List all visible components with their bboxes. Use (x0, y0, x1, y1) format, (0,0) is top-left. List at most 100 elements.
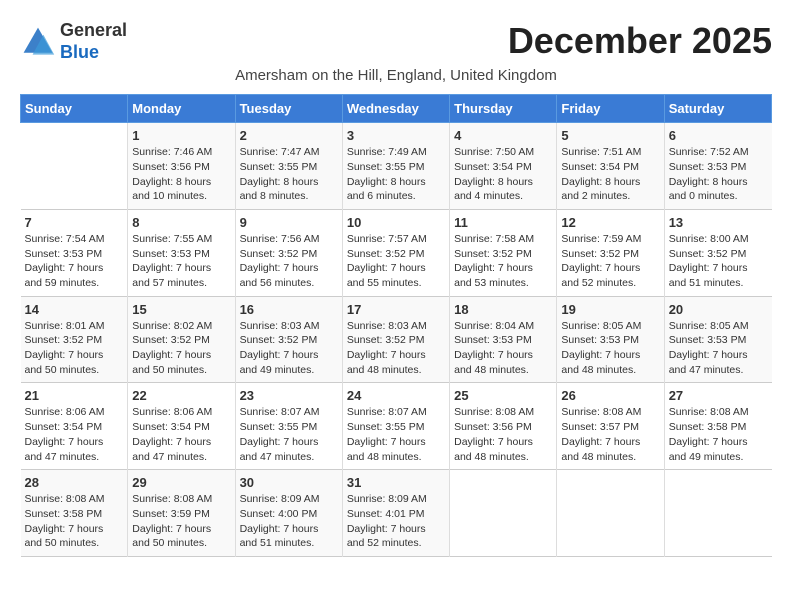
day-number: 10 (347, 215, 445, 230)
day-number: 20 (669, 302, 768, 317)
day-cell: 26 Sunrise: 8:08 AM Sunset: 3:57 PM Dayli… (557, 383, 664, 470)
col-header-monday: Monday (128, 95, 235, 123)
calendar-table: SundayMondayTuesdayWednesdayThursdayFrid… (20, 94, 772, 557)
page-title: December 2025 (508, 20, 772, 62)
day-cell: 6Sunrise: 7:52 AM Sunset: 3:53 PM Daylig… (664, 123, 771, 210)
day-cell: 25 Sunrise: 8:08 AM Sunset: 3:56 PM Dayli… (450, 383, 557, 470)
day-number: 14 (25, 302, 124, 317)
day-cell: 13 Sunrise: 8:00 AM Sunset: 3:52 PM Dayli… (664, 209, 771, 296)
day-number: 13 (669, 215, 768, 230)
day-number: 24 (347, 388, 445, 403)
week-row-1: 1Sunrise: 7:46 AM Sunset: 3:56 PM Daylig… (21, 123, 772, 210)
day-info: Sunrise: 8:05 AM Sunset: 3:53 PM Dayligh… (669, 319, 768, 378)
day-info: Sunrise: 8:08 AM Sunset: 3:57 PM Dayligh… (561, 405, 659, 464)
col-header-thursday: Thursday (450, 95, 557, 123)
week-row-2: 7Sunrise: 7:54 AM Sunset: 3:53 PM Daylig… (21, 209, 772, 296)
day-info: Sunrise: 8:07 AM Sunset: 3:55 PM Dayligh… (240, 405, 338, 464)
day-cell: 24 Sunrise: 8:07 AM Sunset: 3:55 PM Dayli… (342, 383, 449, 470)
day-cell: 7Sunrise: 7:54 AM Sunset: 3:53 PM Daylig… (21, 209, 128, 296)
day-number: 15 (132, 302, 230, 317)
day-cell: 29Sunrise: 8:08 AM Sunset: 3:59 PM Dayli… (128, 470, 235, 557)
day-number: 5 (561, 128, 659, 143)
logo-general: General (60, 20, 127, 40)
day-info: Sunrise: 8:09 AM Sunset: 4:00 PM Dayligh… (240, 492, 338, 551)
logo-text: General Blue (60, 20, 127, 63)
day-info: Sunrise: 7:58 AM Sunset: 3:52 PM Dayligh… (454, 232, 552, 291)
day-info: Sunrise: 8:07 AM Sunset: 3:55 PM Dayligh… (347, 405, 445, 464)
day-cell (557, 470, 664, 557)
day-cell (21, 123, 128, 210)
day-cell: 1Sunrise: 7:46 AM Sunset: 3:56 PM Daylig… (128, 123, 235, 210)
day-number: 26 (561, 388, 659, 403)
day-number: 16 (240, 302, 338, 317)
day-number: 29 (132, 475, 230, 490)
day-cell: 11 Sunrise: 7:58 AM Sunset: 3:52 PM Dayli… (450, 209, 557, 296)
day-cell: 21 Sunrise: 8:06 AM Sunset: 3:54 PM Dayli… (21, 383, 128, 470)
day-number: 11 (454, 215, 552, 230)
col-header-friday: Friday (557, 95, 664, 123)
day-cell: 17 Sunrise: 8:03 AM Sunset: 3:52 PM Dayli… (342, 296, 449, 383)
col-header-saturday: Saturday (664, 95, 771, 123)
day-info: Sunrise: 7:56 AM Sunset: 3:52 PM Dayligh… (240, 232, 338, 291)
day-number: 21 (25, 388, 124, 403)
day-number: 2 (240, 128, 338, 143)
week-row-4: 21 Sunrise: 8:06 AM Sunset: 3:54 PM Dayli… (21, 383, 772, 470)
day-cell: 20 Sunrise: 8:05 AM Sunset: 3:53 PM Dayli… (664, 296, 771, 383)
day-info: Sunrise: 8:03 AM Sunset: 3:52 PM Dayligh… (347, 319, 445, 378)
header: General Blue December 2025 (20, 20, 772, 63)
day-number: 3 (347, 128, 445, 143)
day-cell: 27Sunrise: 8:08 AM Sunset: 3:58 PM Dayli… (664, 383, 771, 470)
day-cell (450, 470, 557, 557)
day-number: 17 (347, 302, 445, 317)
day-info: Sunrise: 7:49 AM Sunset: 3:55 PM Dayligh… (347, 145, 445, 204)
day-cell: 9Sunrise: 7:56 AM Sunset: 3:52 PM Daylig… (235, 209, 342, 296)
day-cell: 8Sunrise: 7:55 AM Sunset: 3:53 PM Daylig… (128, 209, 235, 296)
col-header-sunday: Sunday (21, 95, 128, 123)
day-cell: 22Sunrise: 8:06 AM Sunset: 3:54 PM Dayli… (128, 383, 235, 470)
day-cell: 16 Sunrise: 8:03 AM Sunset: 3:52 PM Dayli… (235, 296, 342, 383)
day-number: 18 (454, 302, 552, 317)
day-cell: 4Sunrise: 7:50 AM Sunset: 3:54 PM Daylig… (450, 123, 557, 210)
day-number: 25 (454, 388, 552, 403)
logo: General Blue (20, 20, 127, 63)
day-cell: 18 Sunrise: 8:04 AM Sunset: 3:53 PM Dayli… (450, 296, 557, 383)
day-cell: 14 Sunrise: 8:01 AM Sunset: 3:52 PM Dayli… (21, 296, 128, 383)
day-cell: 19Sunrise: 8:05 AM Sunset: 3:53 PM Dayli… (557, 296, 664, 383)
day-info: Sunrise: 8:06 AM Sunset: 3:54 PM Dayligh… (25, 405, 124, 464)
day-info: Sunrise: 7:57 AM Sunset: 3:52 PM Dayligh… (347, 232, 445, 291)
day-cell: 28Sunrise: 8:08 AM Sunset: 3:58 PM Dayli… (21, 470, 128, 557)
day-info: Sunrise: 8:05 AM Sunset: 3:53 PM Dayligh… (561, 319, 659, 378)
day-number: 1 (132, 128, 230, 143)
day-number: 27 (669, 388, 768, 403)
day-info: Sunrise: 7:47 AM Sunset: 3:55 PM Dayligh… (240, 145, 338, 204)
day-cell: 30 Sunrise: 8:09 AM Sunset: 4:00 PM Dayli… (235, 470, 342, 557)
day-number: 22 (132, 388, 230, 403)
day-info: Sunrise: 8:04 AM Sunset: 3:53 PM Dayligh… (454, 319, 552, 378)
day-info: Sunrise: 8:08 AM Sunset: 3:56 PM Dayligh… (454, 405, 552, 464)
day-number: 31 (347, 475, 445, 490)
day-info: Sunrise: 8:00 AM Sunset: 3:52 PM Dayligh… (669, 232, 768, 291)
col-header-wednesday: Wednesday (342, 95, 449, 123)
day-info: Sunrise: 7:51 AM Sunset: 3:54 PM Dayligh… (561, 145, 659, 204)
day-cell: 23 Sunrise: 8:07 AM Sunset: 3:55 PM Dayli… (235, 383, 342, 470)
day-cell: 5 Sunrise: 7:51 AM Sunset: 3:54 PM Daylig… (557, 123, 664, 210)
day-cell: 10 Sunrise: 7:57 AM Sunset: 3:52 PM Dayli… (342, 209, 449, 296)
day-info: Sunrise: 8:09 AM Sunset: 4:01 PM Dayligh… (347, 492, 445, 551)
day-cell: 3 Sunrise: 7:49 AM Sunset: 3:55 PM Daylig… (342, 123, 449, 210)
week-row-5: 28Sunrise: 8:08 AM Sunset: 3:58 PM Dayli… (21, 470, 772, 557)
day-info: Sunrise: 8:01 AM Sunset: 3:52 PM Dayligh… (25, 319, 124, 378)
day-number: 30 (240, 475, 338, 490)
day-info: Sunrise: 8:02 AM Sunset: 3:52 PM Dayligh… (132, 319, 230, 378)
day-number: 6 (669, 128, 768, 143)
day-cell: 2 Sunrise: 7:47 AM Sunset: 3:55 PM Daylig… (235, 123, 342, 210)
day-number: 23 (240, 388, 338, 403)
calendar-header-row: SundayMondayTuesdayWednesdayThursdayFrid… (21, 95, 772, 123)
day-info: Sunrise: 8:08 AM Sunset: 3:58 PM Dayligh… (25, 492, 124, 551)
day-info: Sunrise: 7:55 AM Sunset: 3:53 PM Dayligh… (132, 232, 230, 291)
col-header-tuesday: Tuesday (235, 95, 342, 123)
day-info: Sunrise: 8:03 AM Sunset: 3:52 PM Dayligh… (240, 319, 338, 378)
day-cell: 12Sunrise: 7:59 AM Sunset: 3:52 PM Dayli… (557, 209, 664, 296)
subtitle: Amersham on the Hill, England, United Ki… (20, 67, 772, 84)
day-info: Sunrise: 7:50 AM Sunset: 3:54 PM Dayligh… (454, 145, 552, 204)
day-number: 12 (561, 215, 659, 230)
